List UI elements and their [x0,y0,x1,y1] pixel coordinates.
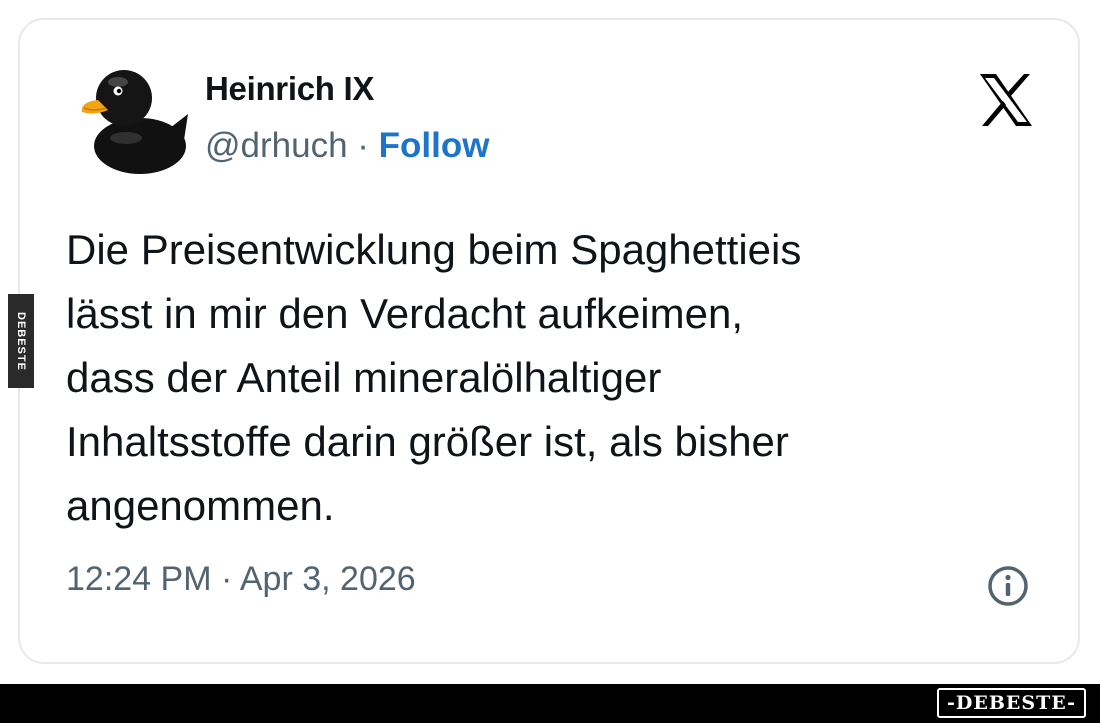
tweet-text: Die Preisentwicklung beim Spaghettieis l… [66,218,1046,538]
tweet-date: Apr 3, 2026 [239,560,416,598]
tweet-text-line: lässt in mir den Verdacht aufkeimen, [66,290,744,337]
tweet-timestamp[interactable]: 12:24 PM · Apr 3, 2026 [66,560,416,599]
timestamp-separator: · [211,560,240,598]
side-watermark: DEBESTE [8,294,34,388]
info-icon[interactable] [986,564,1030,608]
x-logo-icon[interactable] [976,70,1036,130]
author-handle[interactable]: @drhuch [205,126,348,165]
follow-button[interactable]: Follow [379,126,490,165]
author-handle-row: @drhuch · Follow [205,126,489,166]
tweet-text-line: Die Preisentwicklung beim Spaghettieis [66,226,802,273]
bottom-watermark-bar: -DEBESTE- [0,684,1100,723]
tweet-text-line: dass der Anteil mineralölhaltiger [66,354,662,401]
tweet-card: Heinrich IX @drhuch · Follow Die Preisen… [18,18,1080,664]
tweet-text-line: Inhaltsstoffe darin größer ist, als bish… [66,418,789,465]
tweet-time: 12:24 PM [66,560,212,598]
debeste-logo: -DEBESTE- [937,688,1086,718]
author-display-name[interactable]: Heinrich IX [205,70,374,108]
handle-separator: · [347,126,379,165]
rubber-duck-avatar[interactable] [78,58,190,178]
tweet-text-line: angenommen. [66,482,335,529]
